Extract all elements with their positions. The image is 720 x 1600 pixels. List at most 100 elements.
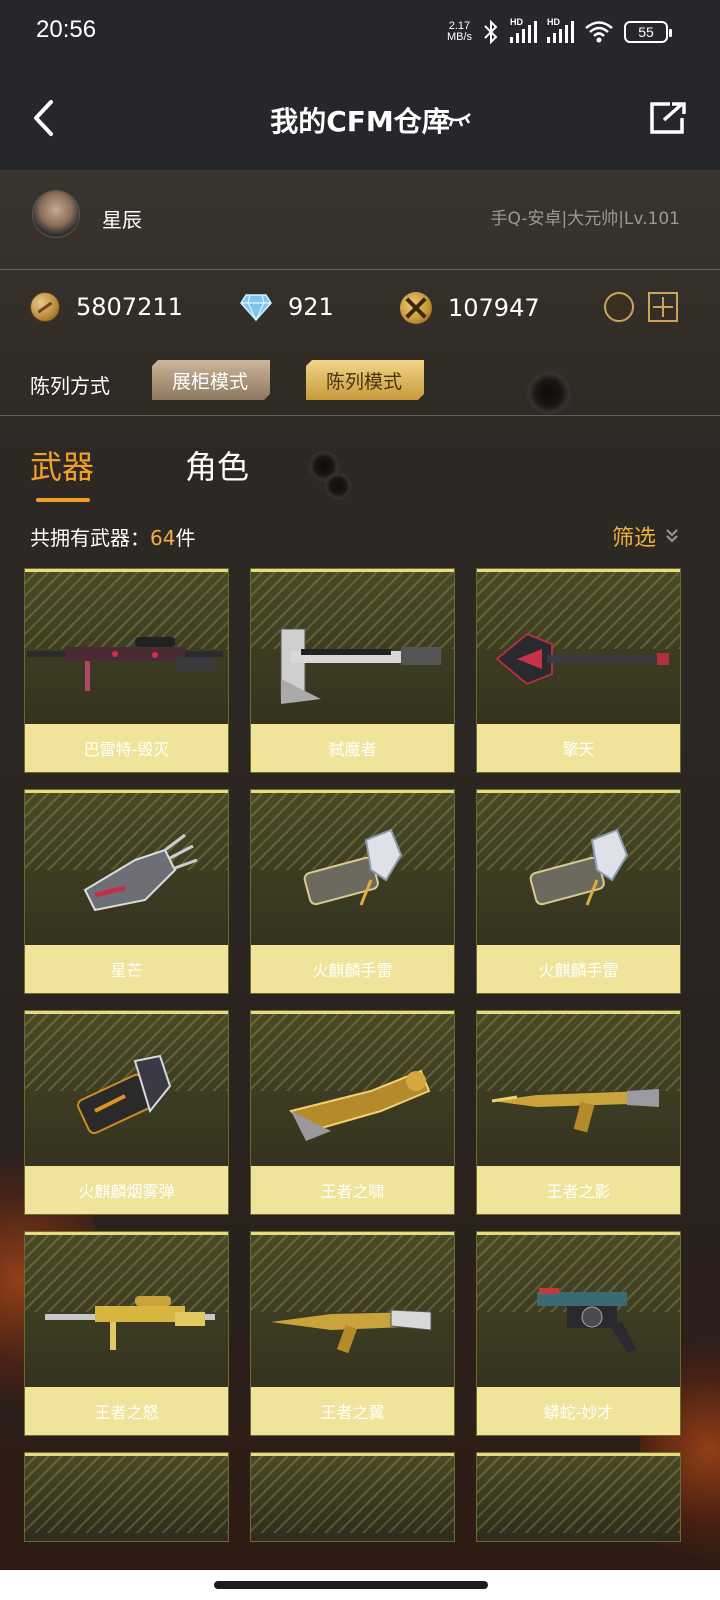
inventory-count-row: 共拥有武器：64件 筛选 [0,516,720,556]
signal-1-label: HD [510,17,523,27]
honor-currency: 107947 [400,292,540,324]
card-top-line [251,790,454,793]
active-tab-indicator [36,498,90,502]
signal-2-icon: HD [547,17,574,43]
weapon-card[interactable]: 王者之怒 [24,1231,229,1436]
weapon-count-suffix: 件 [175,526,196,550]
weapon-count-prefix: 共拥有武器： [30,526,150,550]
card-top-line [25,1453,228,1456]
weapon-image-icon [303,828,403,906]
diamond-amount: 921 [288,293,334,321]
card-top-line [477,790,680,793]
bluetooth-icon [484,20,498,44]
weapon-card[interactable]: 王者之影 [476,1010,681,1215]
avatar[interactable] [32,190,80,238]
weapon-card[interactable]: 火麒麟手雷 [250,789,455,994]
weapon-name: 王者之影 [477,1166,680,1214]
network-speed-unit: MB/s [446,31,472,43]
weapon-card[interactable] [250,1452,455,1542]
weapon-name: 弑魔者 [251,724,454,772]
battery-icon: 55 [624,21,672,43]
weapon-image-icon [27,637,223,691]
weapon-card[interactable]: 火麒麟手雷 [476,789,681,994]
display-mode-label: 陈列方式 [30,374,110,398]
card-top-line [25,569,228,572]
weapon-card[interactable]: 弑魔者 [250,568,455,773]
honor-amount: 107947 [448,294,540,322]
title-bar: 我的CFM仓库 [0,64,720,170]
battery-level: 55 [638,24,654,40]
tab-roles[interactable]: 角色 [185,442,249,488]
weapon-card[interactable]: 蟒蛇-妙才 [476,1231,681,1436]
card-top-line [251,1011,454,1014]
weapon-count: 共拥有武器：64件 [30,522,195,551]
signal-2-label: HD [547,17,560,27]
weapon-name: 火麒麟烟雾弹 [25,1166,228,1214]
card-top-line [25,790,228,793]
weapon-name: 火麒麟手雷 [251,945,454,993]
cabinet-mode-button[interactable]: 展柜模式 [152,360,270,400]
share-icon[interactable] [648,100,688,136]
weapon-card[interactable]: 擎天 [476,568,681,773]
weapon-card[interactable]: 王者之翼 [250,1231,455,1436]
filter-button[interactable]: 筛选 [612,520,680,552]
status-icons: 2.17 MB/s HD HD 55 [447,17,672,44]
card-top-line [477,569,680,572]
status-bar: 20:56 2.17 MB/s HD HD 55 [0,0,720,64]
card-top-line [251,1453,454,1456]
weapon-image-icon [537,1288,637,1352]
wifi-icon [585,21,613,43]
card-top-line [25,1011,228,1014]
gold-coin-icon [30,292,60,322]
weapon-image-icon [495,632,669,686]
gold-currency: 5807211 [30,292,183,322]
diamond-icon [240,294,272,322]
weapon-name: 火麒麟手雷 [477,945,680,993]
weapon-card[interactable] [476,1452,681,1542]
weapon-name: 巴雷特-毁灭 [25,724,228,772]
weapon-name: 王者之翼 [251,1387,454,1435]
card-top-line [477,1011,680,1014]
tab-weapons[interactable]: 武器 [30,442,94,488]
card-top-line [477,1232,680,1235]
eye-closed-icon[interactable] [440,108,472,128]
weapon-name: 王者之啸 [251,1166,454,1214]
weapon-card[interactable] [24,1452,229,1542]
weapon-image-icon [529,828,629,906]
double-chevron-down-icon [666,529,678,543]
profile-row: 星辰 手Q-安卓|大元帅|Lv.101 [0,170,720,270]
status-time: 20:56 [36,16,97,43]
weapon-card[interactable]: 巴雷特-毁灭 [24,568,229,773]
filter-label: 筛选 [611,526,656,551]
weapon-image-icon [45,1296,215,1350]
weapon-name: 擎天 [477,724,680,772]
weapon-image-icon [491,1089,659,1133]
weapon-image-icon [77,1054,172,1135]
display-mode-row: 陈列方式 展柜模式 陈列模式 [0,348,720,416]
weapon-image-icon [289,1069,431,1141]
signal-1-icon: HD [510,17,537,43]
weapon-name: 蟒蛇-妙才 [477,1387,680,1435]
weapon-name: 星芒 [25,945,228,993]
rank-badge-icon[interactable] [604,292,634,322]
rank-info: 手Q-安卓|大元帅|Lv.101 [490,209,680,229]
crossed-swords-token-icon [400,292,432,324]
weapon-image-icon [280,628,441,704]
warehouse-panel: 星辰 手Q-安卓|大元帅|Lv.101 5807211 921 107947 陈… [0,170,720,1600]
weapon-grid: 巴雷特-毁灭 弑魔者 擎天 星芒 火麒麟手雷 火麒麟手雷 火麒麟烟雾弹 王者之啸 王者之影 王者之… [24,568,696,1542]
weapon-image-icon [271,1309,432,1354]
weapon-card[interactable]: 火麒麟烟雾弹 [24,1010,229,1215]
weapon-name: 王者之怒 [25,1387,228,1435]
weapon-card[interactable]: 王者之啸 [250,1010,455,1215]
home-indicator[interactable] [214,1581,488,1589]
weapon-card[interactable]: 星芒 [24,789,229,994]
card-top-line [251,1232,454,1235]
list-mode-button[interactable]: 陈列模式 [306,360,424,400]
weapon-count-number: 64 [150,526,176,550]
username: 星辰 [102,208,142,232]
navigation-bar [0,1570,720,1600]
add-currency-button[interactable] [648,292,678,322]
card-top-line [25,1232,228,1235]
card-top-line [251,569,454,572]
network-speed: 2.17 MB/s [447,21,472,43]
